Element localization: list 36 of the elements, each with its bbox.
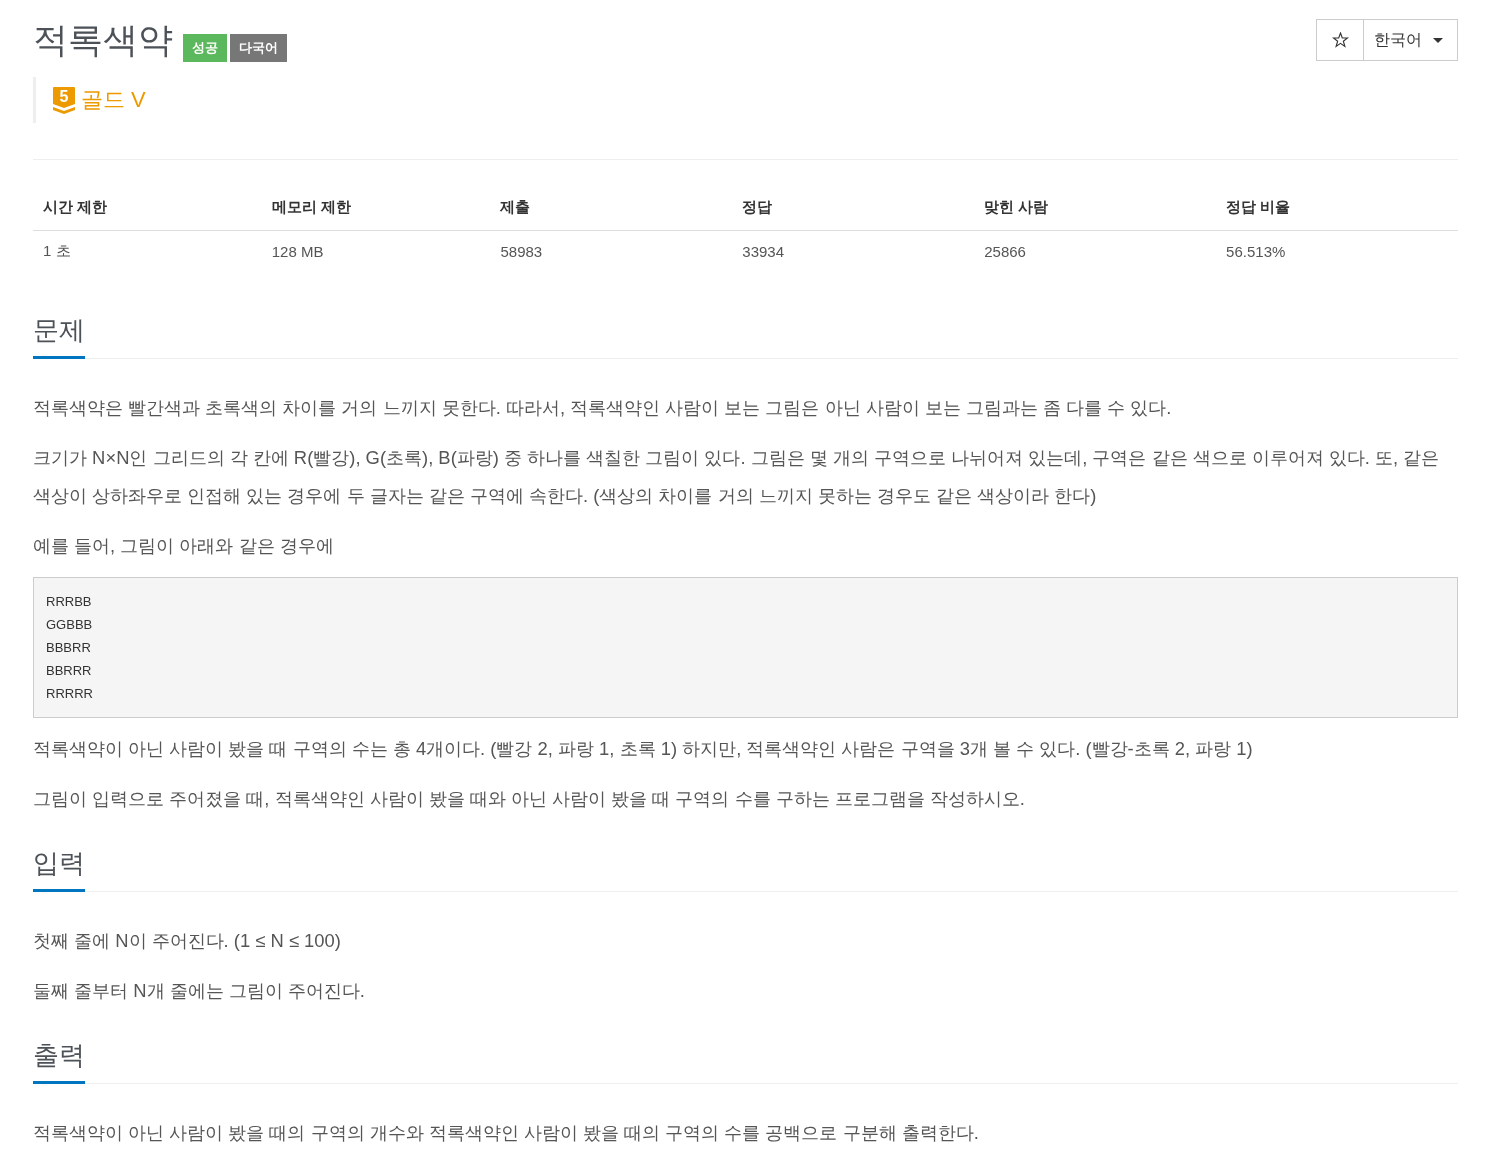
language-dropdown[interactable]: 한국어 [1364, 19, 1458, 61]
table-cell: 56.513% [1216, 230, 1458, 273]
problem-text: 첫째 줄에 N이 주어진다. (1 ≤ N ≤ 100) [33, 929, 342, 953]
problem-text: 적록색약은 빨간색과 초록색의 차이를 거의 느끼지 못한다. 따라서, 적록색약인 사람이 보는 그림은 아닌 사람이 보는 그림과는 좀 다를 수 있다. [33, 396, 1173, 420]
table-cell: 25866 [974, 230, 1217, 273]
column-header: 제출 [490, 190, 733, 231]
problem-text: 적록색약이 아닌 사람이 봤을 때 구역의 수는 총 4개이다. (빨강 2, 파랑 1, 초록 1) 하지만, 적록색약인 사람은 구역을 3개 볼 수 있다. (빨강-초록 2, 파랑 1) [33, 737, 1254, 761]
problem-tag: 성공 [183, 34, 227, 62]
code-line: GGBBB [46, 616, 93, 634]
code-line: BBBRR [46, 639, 91, 657]
tier-label: 골드 V [81, 86, 146, 114]
problem-tag: 다국어 [230, 34, 287, 62]
section-heading: 문제 [33, 313, 85, 359]
code-line: RRRRR [46, 685, 93, 703]
column-header: 맞힌 사람 [974, 190, 1217, 231]
problem-text: 예를 들어, 그림이 아래와 같은 경우에 [33, 534, 335, 558]
section-heading: 출력 [33, 1038, 85, 1084]
star-icon [1331, 32, 1349, 48]
problem-text: 적록색약이 아닌 사람이 봤을 때의 구역의 개수와 적록색약인 사람이 봤을 때의 구역의 수를 공백으로 구분해 출력한다. [33, 1121, 980, 1145]
caret-icon [1433, 37, 1443, 43]
table-cell: 58983 [490, 230, 733, 273]
favorite-button[interactable] [1316, 19, 1364, 61]
problem-text: 둘째 줄부터 N개 줄에는 그림이 주어진다. [33, 979, 366, 1003]
problem-title: 적록색약 [33, 19, 173, 61]
problem-text: 그림이 입력으로 주어졌을 때, 적록색약인 사람이 봤을 때와 아닌 사람이 봤을 때 구역의 수를 구하는 프로그램을 작성하시오. [33, 787, 1026, 811]
table-cell: 128 MB [261, 230, 491, 273]
section-heading: 입력 [33, 846, 85, 892]
table-cell: 33934 [732, 230, 975, 273]
code-line: BBRRR [46, 662, 92, 680]
column-header: 시간 제한 [33, 190, 262, 231]
column-header: 정답 비율 [1216, 190, 1458, 231]
problem-text: 크기가 N×N인 그리드의 각 칸에 R(빨강), G(초록), B(파랑) 중 하나를 색칠한 그림이 있다. 그림은 몇 개의 구역으로 나뉘어져 있는데, 구역은 같은 색으로 이루어져 있다. 또, 같은 색상이 상하좌우로 인접해 있는 경우에 두 글자는 같은 구역에 속한다. (색상의 차이를 거의 느끼지 못하는 경우도 같은 색상이라 한다) [33, 446, 1441, 508]
table-cell: 1 초 [33, 230, 262, 273]
column-header: 정답 [732, 190, 975, 231]
code-line: RRRBB [46, 593, 92, 611]
column-header: 메모리 제한 [261, 190, 491, 231]
